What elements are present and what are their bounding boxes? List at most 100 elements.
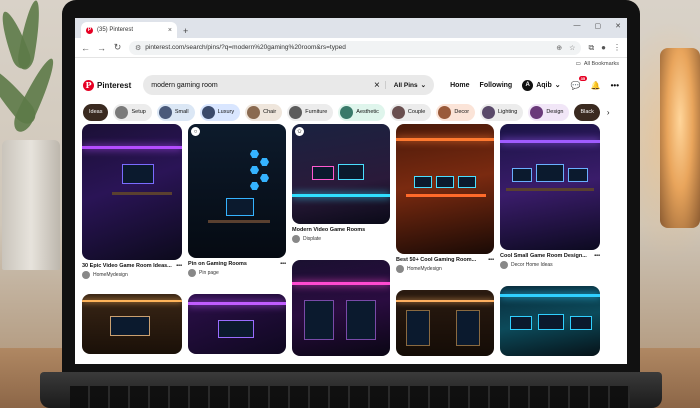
pin-card[interactable] — [396, 290, 494, 356]
notification-badge: 35 — [579, 75, 587, 81]
pin-favorite-icon[interactable]: ✩ — [295, 127, 304, 136]
pin-image[interactable]: ○ — [188, 124, 286, 258]
chip-ideas[interactable]: Ideas — [83, 103, 109, 121]
maximize-icon[interactable]: ▢ — [595, 22, 602, 30]
pin-source[interactable]: Pin page — [188, 269, 286, 277]
pin-more-icon[interactable]: ••• — [176, 263, 182, 269]
search-input[interactable]: modern gaming room — [151, 82, 218, 89]
messages-button[interactable]: 💬 35 — [570, 75, 587, 90]
pin-more-icon[interactable]: ••• — [488, 257, 494, 263]
notifications-button[interactable]: 🔔 — [591, 81, 601, 90]
pin-title[interactable]: 30 Epic Video Game Room Ideas... ••• — [82, 263, 182, 269]
extensions-icon[interactable]: ⧉ — [588, 43, 594, 53]
pin-image[interactable] — [292, 260, 390, 356]
pin-image[interactable] — [396, 124, 494, 254]
back-icon[interactable]: ← — [81, 43, 90, 53]
pin-more-icon[interactable]: ••• — [594, 253, 600, 259]
more-icon: ••• — [610, 80, 619, 90]
address-bar[interactable]: ⚙ pinterest.com/search/pins/?q=modern%20… — [129, 40, 582, 55]
bell-icon: 🔔 — [590, 80, 601, 90]
clear-search-icon[interactable]: × — [374, 80, 380, 91]
pin-options-icon[interactable]: ○ — [191, 127, 200, 136]
pin-image[interactable] — [82, 294, 182, 354]
pinterest-logo-icon: P — [83, 79, 94, 91]
site-info-icon[interactable]: ⚙ — [135, 44, 141, 52]
profile-icon[interactable]: ● — [601, 43, 606, 52]
more-options-button[interactable]: ••• — [611, 81, 619, 90]
minimize-icon[interactable]: — — [574, 22, 581, 30]
close-window-icon[interactable]: ✕ — [615, 22, 621, 30]
pin-source[interactable]: HomeMydesign — [396, 265, 494, 273]
new-tab-button[interactable]: + — [183, 26, 188, 36]
chip-aesthetic[interactable]: Aesthetic — [338, 103, 385, 121]
chip-setup[interactable]: Setup — [113, 103, 152, 121]
chip-small[interactable]: Small — [156, 103, 195, 121]
all-bookmarks-link[interactable]: All Bookmarks — [584, 61, 619, 67]
search-scope-label: All Pins — [393, 81, 418, 89]
chip-furniture[interactable]: Furniture — [287, 103, 334, 121]
nav-home[interactable]: Home — [450, 82, 469, 89]
pin-title[interactable]: Pin on Gaming Rooms ••• — [188, 261, 286, 267]
pin-card[interactable]: ○ Pin on Gaming Rooms ••• Pin page — [188, 124, 286, 277]
pin-card[interactable]: 30 Epic Video Game Room Ideas... ••• Home… — [82, 124, 182, 279]
window-controls: — ▢ ✕ — [574, 22, 622, 30]
chip-label: Chair — [263, 109, 277, 115]
pin-image[interactable] — [500, 286, 600, 356]
logo-text: Pinterest — [97, 80, 132, 90]
chip-luxury[interactable]: Luxury — [199, 103, 241, 121]
pin-image[interactable]: ✩ — [292, 124, 390, 224]
chip-label: Lighting — [498, 109, 518, 115]
pin-image[interactable] — [500, 124, 600, 250]
pin-title[interactable]: Modern Video Game Rooms — [292, 227, 390, 233]
pin-more-icon[interactable]: ••• — [280, 261, 286, 267]
pin-image[interactable] — [82, 124, 182, 260]
chip-chair[interactable]: Chair — [245, 103, 283, 121]
chip-couple[interactable]: Couple — [389, 103, 432, 121]
forward-icon[interactable]: → — [97, 43, 106, 53]
pinterest-logo[interactable]: P Pinterest — [83, 79, 132, 91]
pin-card[interactable]: Best 50+ Cool Gaming Room... ••• HomeMyde… — [396, 124, 494, 273]
chip-decor[interactable]: Decor — [436, 103, 476, 121]
search-box[interactable]: modern gaming room × All Pins ⌄ — [143, 75, 435, 95]
chat-icon: 💬 — [570, 80, 581, 90]
zoom-icon[interactable]: ⊕ — [556, 44, 562, 52]
chevron-down-icon: ⌄ — [420, 82, 427, 89]
account-switcher[interactable]: A Aqib ⌄ — [522, 79, 561, 91]
chip-label: Small — [174, 109, 189, 115]
chip-label: Luxury — [217, 109, 235, 115]
chip-design[interactable]: Design — [528, 103, 570, 121]
pin-card[interactable] — [82, 294, 182, 354]
pin-card[interactable] — [500, 286, 600, 356]
browser-menu-icon[interactable]: ⋮ — [613, 43, 621, 52]
chip-label: Setup — [131, 109, 146, 115]
nav-following[interactable]: Following — [480, 82, 513, 89]
chevron-down-icon: ⌄ — [554, 82, 561, 89]
pin-image[interactable] — [396, 290, 494, 356]
reload-icon[interactable]: ↻ — [113, 42, 122, 53]
pin-source[interactable]: Displate — [292, 235, 390, 243]
pin-card[interactable]: Cool Small Game Room Design... ••• Decor … — [500, 124, 600, 269]
pinterest-favicon-icon: P — [86, 26, 93, 34]
browser-tab[interactable]: P (35) Pinterest × — [81, 22, 177, 38]
chip-label: Aesthetic — [356, 109, 379, 115]
pin-card[interactable] — [188, 294, 286, 354]
pin-title[interactable]: Cool Small Game Room Design... ••• — [500, 253, 600, 259]
pin-card[interactable] — [292, 260, 390, 356]
pin-source[interactable]: HomeMydesign — [82, 271, 182, 279]
chip-thumbnail — [340, 105, 354, 119]
chevron-right-icon[interactable]: › — [607, 108, 610, 117]
chip-lighting[interactable]: Lighting — [480, 103, 524, 121]
pin-card[interactable]: ✩ Modern Video Game Rooms Displate — [292, 124, 390, 243]
tab-close-icon[interactable]: × — [168, 27, 172, 34]
pinterest-header: P Pinterest modern gaming room × All Pin… — [75, 70, 627, 100]
browser-tab-bar: P (35) Pinterest × + — ▢ ✕ — [75, 18, 627, 38]
search-scope-dropdown[interactable]: All Pins ⌄ — [384, 81, 427, 89]
chip-black[interactable]: Black — [574, 103, 600, 121]
chip-label: Ideas — [89, 109, 103, 115]
url-text: pinterest.com/search/pins/?q=modern%20ga… — [145, 44, 346, 51]
pin-image[interactable] — [188, 294, 286, 354]
pin-title[interactable]: Best 50+ Cool Gaming Room... ••• — [396, 257, 494, 263]
pin-source[interactable]: Decor Home Ideas — [500, 261, 600, 269]
bookmark-star-icon[interactable]: ☆ — [569, 44, 575, 52]
folder-icon: ▭ — [575, 61, 581, 67]
